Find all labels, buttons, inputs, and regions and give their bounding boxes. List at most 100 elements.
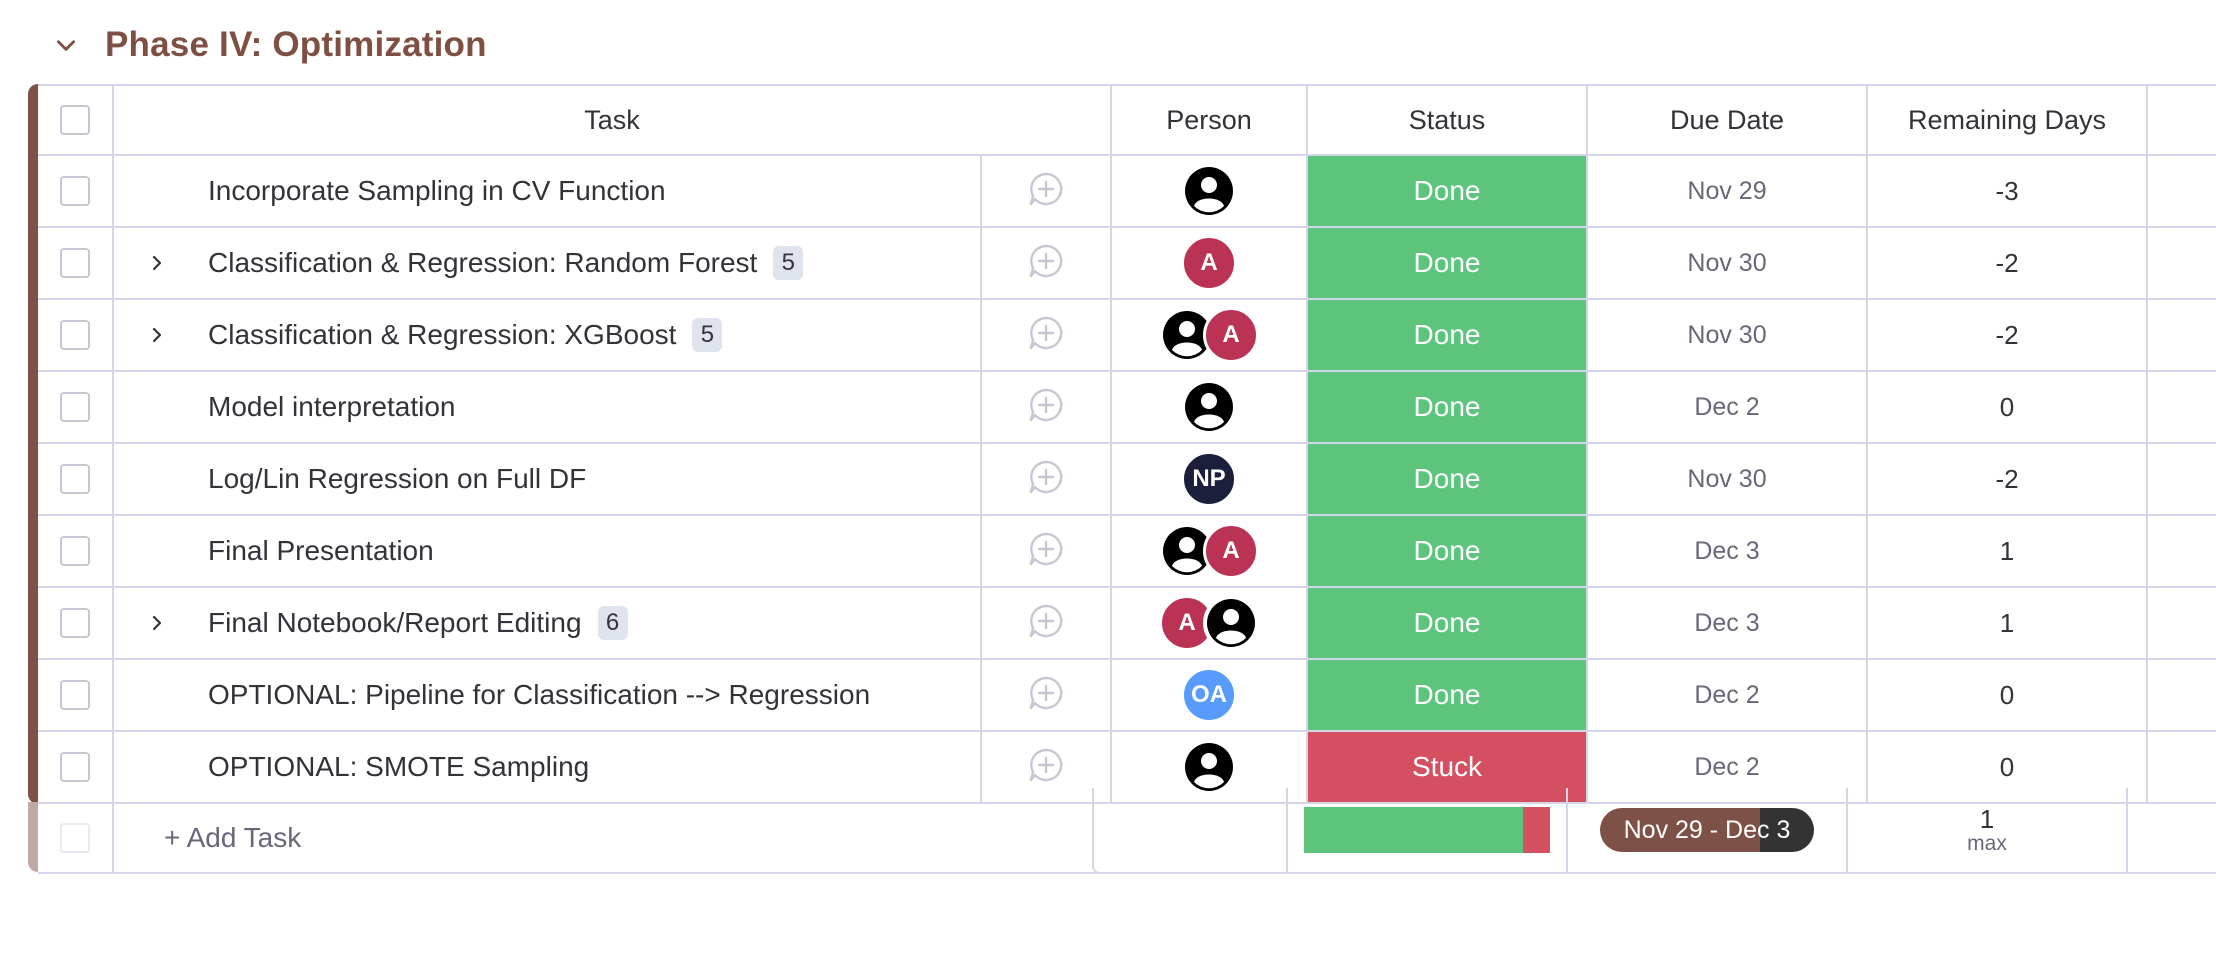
add-task-button[interactable]: + Add Task: [164, 822, 301, 854]
task-cell[interactable]: Classification & Regression: Random Fore…: [114, 228, 982, 300]
status-label[interactable]: Done: [1308, 516, 1586, 586]
status-label[interactable]: Done: [1308, 588, 1586, 658]
task-name[interactable]: Final Presentation: [208, 535, 434, 567]
row-checkbox[interactable]: [60, 608, 90, 638]
status-cell[interactable]: Done: [1308, 588, 1588, 660]
task-cell[interactable]: OPTIONAL: SMOTE Sampling: [114, 732, 982, 804]
table-row[interactable]: Final Notebook/Report Editing 6 A Done Dec 3…: [28, 588, 2216, 660]
status-label[interactable]: Done: [1308, 156, 1586, 226]
add-update-icon[interactable]: [1028, 315, 1064, 356]
avatar-initials[interactable]: A: [1181, 235, 1237, 291]
status-label[interactable]: Done: [1308, 444, 1586, 514]
task-name[interactable]: OPTIONAL: Pipeline for Classification --…: [208, 679, 870, 711]
task-name[interactable]: OPTIONAL: SMOTE Sampling: [208, 751, 589, 783]
status-label[interactable]: Done: [1308, 372, 1586, 442]
task-name[interactable]: Log/Lin Regression on Full DF: [208, 463, 586, 495]
avatar-initials[interactable]: A: [1203, 307, 1259, 363]
task-name[interactable]: Model interpretation: [208, 391, 455, 423]
conversation-cell[interactable]: [982, 156, 1112, 228]
due-date-cell[interactable]: Dec 2: [1588, 372, 1868, 444]
conversation-cell[interactable]: [982, 444, 1112, 516]
table-row[interactable]: Final Presentation A Done Dec 3 1: [28, 516, 2216, 588]
conversation-cell[interactable]: [982, 660, 1112, 732]
task-cell[interactable]: Log/Lin Regression on Full DF: [114, 444, 982, 516]
status-cell[interactable]: Done: [1308, 300, 1588, 372]
add-update-icon[interactable]: [1028, 387, 1064, 428]
person-cell[interactable]: [1112, 156, 1308, 228]
task-name[interactable]: Classification & Regression: XGBoost: [208, 319, 676, 351]
row-checkbox[interactable]: [60, 176, 90, 206]
chevron-down-icon[interactable]: [52, 31, 80, 59]
conversation-cell[interactable]: [982, 588, 1112, 660]
row-checkbox[interactable]: [60, 248, 90, 278]
status-label[interactable]: Done: [1308, 228, 1586, 298]
due-date-cell[interactable]: Dec 2: [1588, 660, 1868, 732]
date-range-pill[interactable]: Nov 29 - Dec 3: [1600, 808, 1814, 852]
table-row[interactable]: Incorporate Sampling in CV Function Done N…: [28, 156, 2216, 228]
row-checkbox[interactable]: [60, 320, 90, 350]
add-update-icon[interactable]: [1028, 243, 1064, 284]
row-checkbox[interactable]: [60, 680, 90, 710]
status-cell[interactable]: Done: [1308, 228, 1588, 300]
column-header-remaining-days[interactable]: Remaining Days: [1868, 84, 2148, 156]
person-cell[interactable]: NP: [1112, 444, 1308, 516]
chevron-right-icon[interactable]: [142, 613, 172, 633]
add-update-icon[interactable]: [1028, 603, 1064, 644]
chevron-right-icon[interactable]: [142, 325, 172, 345]
column-header-due-date[interactable]: Due Date: [1588, 84, 1868, 156]
status-cell[interactable]: Done: [1308, 516, 1588, 588]
select-all-checkbox[interactable]: [60, 105, 90, 135]
conversation-cell[interactable]: [982, 228, 1112, 300]
person-cell[interactable]: A: [1112, 516, 1308, 588]
avatar-initials[interactable]: A: [1203, 523, 1259, 579]
summary-status[interactable]: [1288, 788, 1568, 874]
task-name[interactable]: Classification & Regression: Random Fore…: [208, 247, 757, 279]
due-date-cell[interactable]: Nov 30: [1588, 300, 1868, 372]
task-cell[interactable]: Final Notebook/Report Editing 6: [114, 588, 982, 660]
status-distribution-bar[interactable]: [1304, 807, 1550, 853]
status-cell[interactable]: Done: [1308, 444, 1588, 516]
row-checkbox[interactable]: [60, 464, 90, 494]
due-date-cell[interactable]: Nov 29: [1588, 156, 1868, 228]
status-label[interactable]: Done: [1308, 660, 1586, 730]
add-update-icon[interactable]: [1028, 531, 1064, 572]
due-date-cell[interactable]: Dec 3: [1588, 516, 1868, 588]
task-cell[interactable]: Final Presentation: [114, 516, 982, 588]
table-row[interactable]: OPTIONAL: Pipeline for Classification --…: [28, 660, 2216, 732]
group-title[interactable]: Phase IV: Optimization: [105, 25, 487, 65]
summary-due-date[interactable]: Nov 29 - Dec 3: [1568, 788, 1848, 874]
column-header-task[interactable]: Task: [114, 84, 1112, 156]
subitems-count-badge[interactable]: 6: [597, 606, 628, 640]
table-row[interactable]: Classification & Regression: Random Fore…: [28, 228, 2216, 300]
user-avatar-icon[interactable]: [1181, 379, 1237, 435]
task-name[interactable]: Final Notebook/Report Editing: [208, 607, 582, 639]
person-cell[interactable]: A: [1112, 588, 1308, 660]
status-label[interactable]: Done: [1308, 300, 1586, 370]
status-cell[interactable]: Done: [1308, 660, 1588, 732]
table-row[interactable]: Model interpretation Done Dec 2 0: [28, 372, 2216, 444]
person-cell[interactable]: A: [1112, 228, 1308, 300]
due-date-cell[interactable]: Dec 3: [1588, 588, 1868, 660]
task-cell[interactable]: Model interpretation: [114, 372, 982, 444]
user-avatar-icon[interactable]: [1181, 739, 1237, 795]
task-cell[interactable]: Classification & Regression: XGBoost 5: [114, 300, 982, 372]
row-checkbox[interactable]: [60, 752, 90, 782]
subitems-count-badge[interactable]: 5: [692, 318, 723, 352]
person-cell[interactable]: [1112, 372, 1308, 444]
table-row[interactable]: Log/Lin Regression on Full DF NP Done Nov 3…: [28, 444, 2216, 516]
column-header-status[interactable]: Status: [1308, 84, 1588, 156]
add-update-icon[interactable]: [1028, 747, 1064, 788]
add-update-icon[interactable]: [1028, 459, 1064, 500]
due-date-cell[interactable]: Nov 30: [1588, 228, 1868, 300]
avatar-initials[interactable]: NP: [1181, 451, 1237, 507]
due-date-cell[interactable]: Nov 30: [1588, 444, 1868, 516]
task-name[interactable]: Incorporate Sampling in CV Function: [208, 175, 666, 207]
user-avatar-icon[interactable]: [1181, 163, 1237, 219]
task-cell[interactable]: OPTIONAL: Pipeline for Classification --…: [114, 660, 982, 732]
subitems-count-badge[interactable]: 5: [773, 246, 804, 280]
avatar-initials[interactable]: OA: [1181, 667, 1237, 723]
row-checkbox[interactable]: [60, 392, 90, 422]
add-update-icon[interactable]: [1028, 675, 1064, 716]
table-row[interactable]: Classification & Regression: XGBoost 5 A Do…: [28, 300, 2216, 372]
row-checkbox[interactable]: [60, 536, 90, 566]
